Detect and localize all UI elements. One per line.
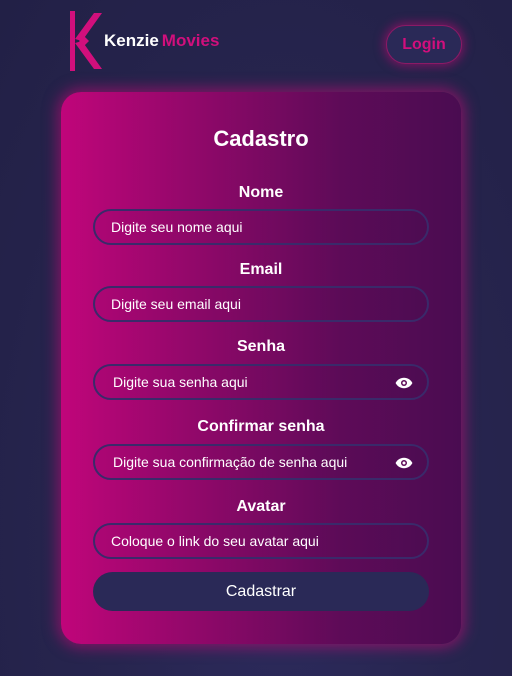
password-label: Senha bbox=[236, 338, 285, 355]
name-label: Nome bbox=[238, 184, 284, 201]
avatar-field bbox=[93, 523, 429, 559]
signup-card: Cadastro Nome Email Senha Confirmar senh… bbox=[61, 92, 461, 644]
password-field bbox=[93, 364, 429, 400]
kenzie-logo-icon bbox=[70, 11, 102, 71]
email-label: Email bbox=[239, 261, 283, 278]
brand-name: Kenzie Movies bbox=[104, 31, 219, 51]
confirm-password-label: Confirmar senha bbox=[197, 418, 325, 435]
logo[interactable]: Kenzie Movies bbox=[70, 11, 219, 71]
name-input[interactable] bbox=[95, 211, 427, 243]
login-button[interactable]: Login bbox=[386, 25, 462, 64]
confirm-password-field bbox=[93, 444, 429, 480]
brand-name-secondary: Movies bbox=[161, 31, 220, 50]
header: Kenzie Movies Login bbox=[0, 0, 512, 90]
eye-icon[interactable] bbox=[395, 456, 413, 470]
confirm-password-input[interactable] bbox=[95, 446, 427, 478]
name-field bbox=[93, 209, 429, 245]
submit-button[interactable]: Cadastrar bbox=[93, 572, 429, 611]
eye-icon[interactable] bbox=[395, 376, 413, 390]
brand-name-primary: Kenzie bbox=[104, 31, 159, 50]
form-title: Cadastro bbox=[213, 126, 309, 151]
avatar-label: Avatar bbox=[236, 498, 286, 515]
password-input[interactable] bbox=[95, 366, 427, 398]
email-input[interactable] bbox=[95, 288, 427, 320]
avatar-input[interactable] bbox=[95, 525, 427, 557]
email-field bbox=[93, 286, 429, 322]
